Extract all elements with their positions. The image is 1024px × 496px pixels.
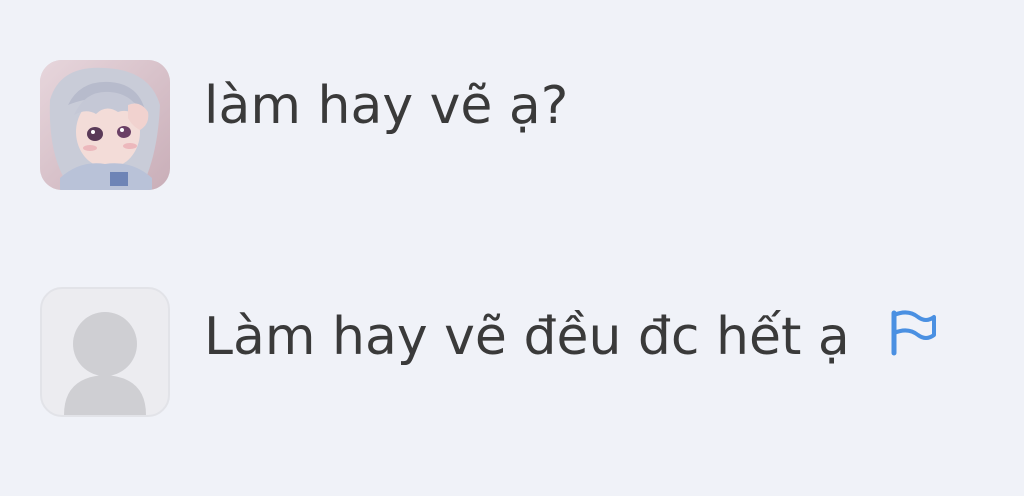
comment-text: Làm hay vẽ đều đc hết ạ <box>204 307 850 367</box>
comment-text: làm hay vẽ ạ? <box>204 76 569 136</box>
avatar-image <box>40 60 170 190</box>
flag-icon[interactable] <box>888 309 936 357</box>
default-avatar-silhouette-icon <box>64 312 146 415</box>
comment-item: làm hay vẽ ạ? <box>40 60 568 190</box>
user-photo-avatar[interactable] <box>40 60 170 190</box>
default-user-avatar[interactable] <box>40 287 170 417</box>
comment-item: Làm hay vẽ đều đc hết ạ <box>40 287 936 417</box>
comment-thread: làm hay vẽ ạ? Làm hay vẽ đều đc hết ạ <box>0 0 1024 496</box>
